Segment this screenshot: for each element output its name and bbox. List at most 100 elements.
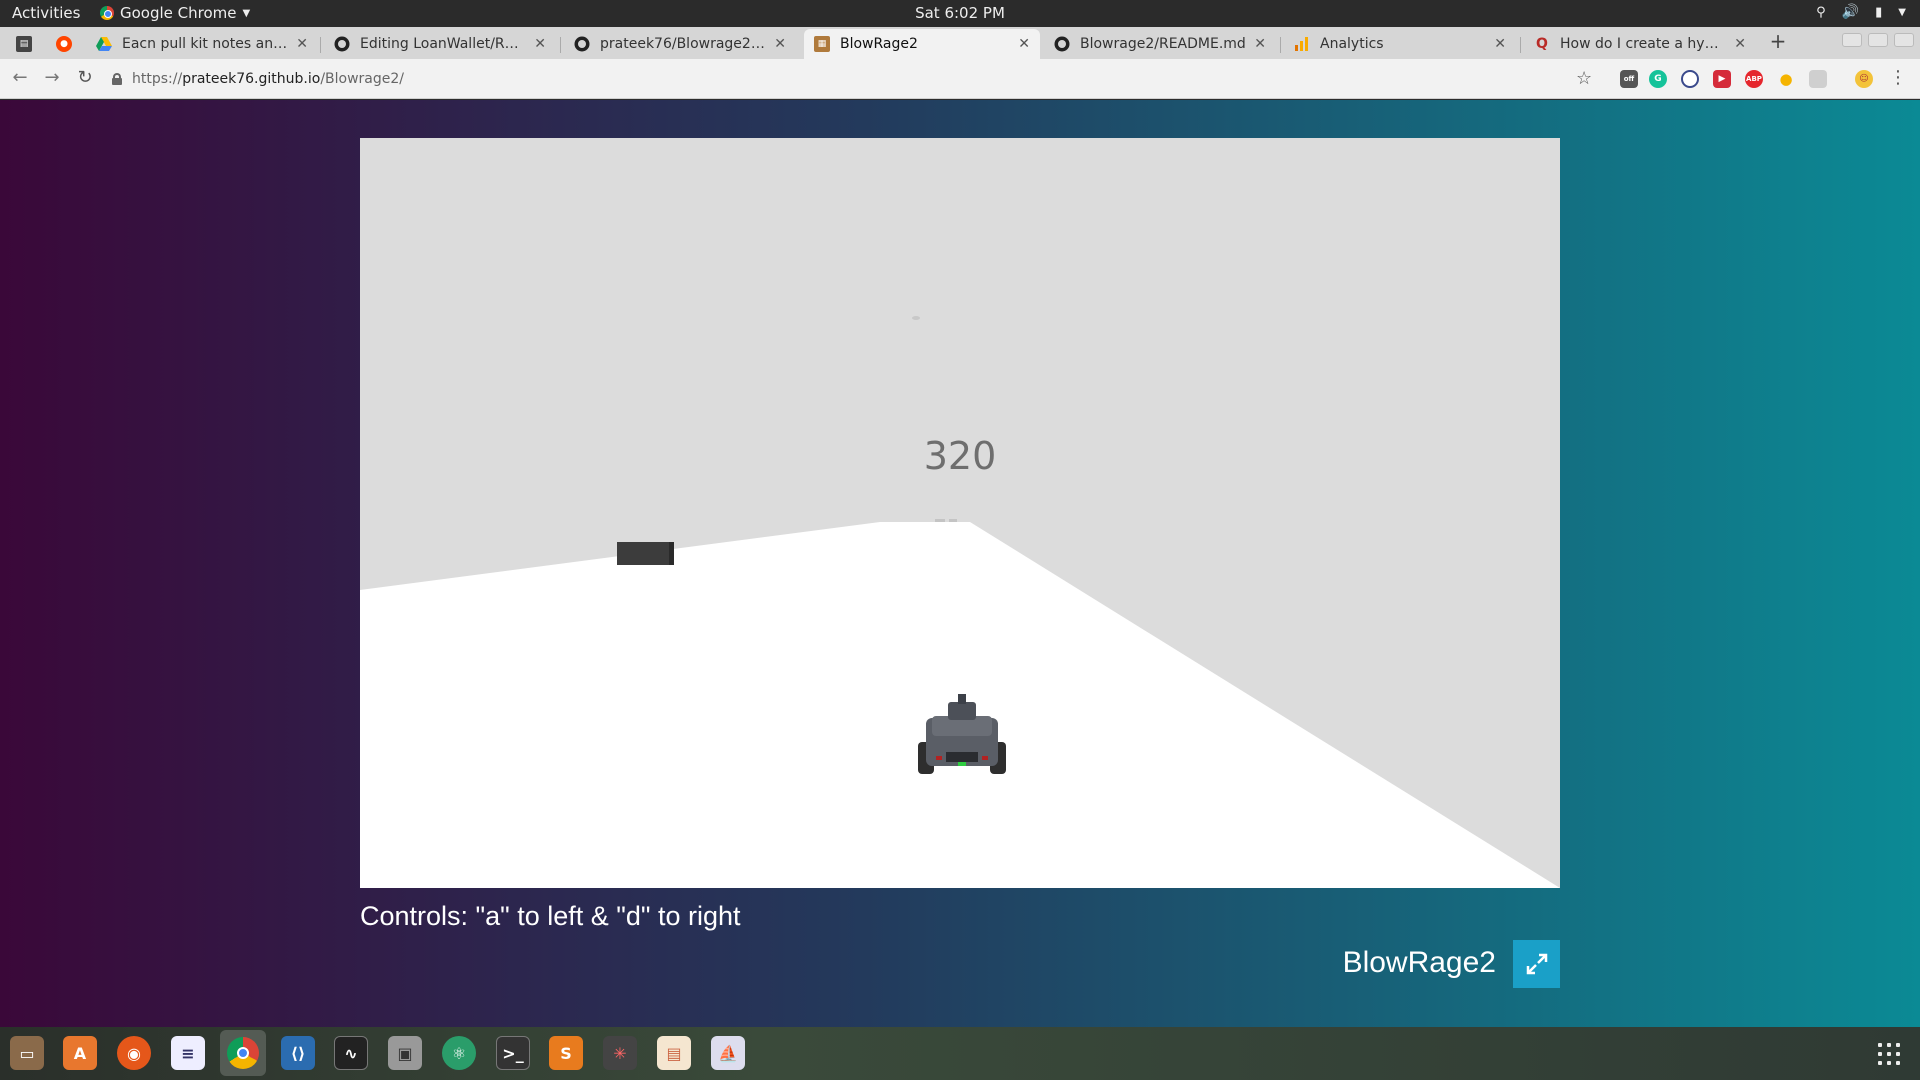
- distant-marker: [949, 519, 957, 522]
- video-extension-icon[interactable]: ▶: [1713, 70, 1731, 88]
- game-scene: [360, 316, 1560, 888]
- sublime-text-icon[interactable]: S: [549, 1036, 583, 1070]
- lightbulb-icon[interactable]: ●: [1777, 70, 1795, 88]
- volume-icon[interactable]: 🔊: [1842, 4, 1859, 20]
- obstacle-block-side: [669, 542, 674, 565]
- tab-separator: [560, 37, 561, 53]
- tab-title: Blowrage2/README.md: [1080, 36, 1246, 52]
- screenshot-icon[interactable]: ▣: [388, 1036, 422, 1070]
- browser-toolbar: ← → ↻ https://prateek76.github.io/Blowra…: [0, 59, 1920, 99]
- adblock-icon[interactable]: ABP: [1745, 70, 1763, 88]
- close-icon[interactable]: ✕: [296, 36, 308, 52]
- github-icon: [574, 36, 590, 52]
- bookmark-star-icon[interactable]: ☆: [1576, 68, 1592, 89]
- system-tray[interactable]: ⚲ 🔊 ▮ ▼: [1816, 4, 1906, 20]
- tab-quora[interactable]: Q How do I create a hyperli ✕: [1524, 29, 1756, 59]
- tab-separator: [1280, 37, 1281, 53]
- vscode-icon[interactable]: ⟨⟩: [281, 1036, 315, 1070]
- page-background: 320 Controls: "a" to left & "d" to right…: [0, 100, 1920, 1027]
- firefox-icon[interactable]: ◉: [117, 1036, 151, 1070]
- close-icon[interactable]: ✕: [534, 36, 546, 52]
- text-editor-icon[interactable]: ≡: [171, 1036, 205, 1070]
- reddit-icon: ●: [56, 36, 72, 52]
- distant-object: [912, 316, 920, 320]
- tab-title: How do I create a hyperli: [1560, 36, 1727, 52]
- terminal-icon[interactable]: >_: [496, 1036, 530, 1070]
- fullscreen-icon: [1526, 953, 1547, 975]
- clock-container: Sat 6:02 PM: [0, 4, 1920, 22]
- controls-instructions: Controls: "a" to left & "d" to right: [360, 901, 741, 931]
- show-applications-icon[interactable]: [1878, 1043, 1900, 1065]
- tab-title: Analytics: [1320, 36, 1384, 52]
- google-drive-icon: [96, 36, 112, 52]
- battery-icon[interactable]: ▮: [1875, 5, 1882, 20]
- github-icon: [1054, 36, 1070, 52]
- tab-google-drive[interactable]: Eacn pull kit notes and so ✕: [86, 29, 318, 59]
- tab-separator: [1520, 37, 1521, 53]
- package-icon: ▦: [814, 36, 830, 52]
- game-title: BlowRage2: [1342, 946, 1496, 979]
- menu-icon[interactable]: ⋮: [1886, 67, 1910, 88]
- grammarly-icon[interactable]: G: [1649, 70, 1667, 88]
- app-icon[interactable]: ⛵: [711, 1036, 745, 1070]
- obstacle-block: [617, 542, 674, 565]
- extension-off-icon[interactable]: off: [1620, 70, 1638, 88]
- activities-button[interactable]: Activities: [12, 4, 80, 22]
- tab-github-readme[interactable]: Blowrage2/README.md ✕: [1044, 29, 1276, 59]
- analytics-icon: [1294, 36, 1310, 52]
- back-button[interactable]: ←: [8, 67, 32, 88]
- maximize-button[interactable]: [1868, 33, 1888, 47]
- dock: ▭ A ◉ ≡ ⟨⟩ ∿ ▣ ⚛ >_ S ✳ ▤ ⛵: [0, 1027, 1920, 1080]
- tab-blowrage2[interactable]: ▦ BlowRage2 ✕: [804, 29, 1040, 59]
- close-icon[interactable]: ✕: [1254, 36, 1266, 52]
- tab-analytics[interactable]: Analytics ✕: [1284, 29, 1516, 59]
- distant-marker: [935, 519, 945, 522]
- close-icon[interactable]: ✕: [1734, 36, 1746, 52]
- tab-strip: ▤ ● Eacn pull kit notes and so ✕ Editing…: [0, 27, 1920, 59]
- score-display: 320: [923, 434, 997, 478]
- chrome-icon[interactable]: [220, 1030, 266, 1076]
- fullscreen-button[interactable]: [1513, 940, 1560, 988]
- tab-github-repo[interactable]: prateek76/Blowrage2: A ✕: [564, 29, 796, 59]
- system-monitor-icon[interactable]: ∿: [334, 1036, 368, 1070]
- game-canvas[interactable]: 320: [360, 138, 1560, 888]
- tab-title: BlowRage2: [840, 36, 918, 52]
- app-menu[interactable]: Google Chrome ▼: [100, 4, 250, 22]
- tab-pinned-reddit[interactable]: ●: [50, 29, 86, 59]
- extension-icon[interactable]: [1809, 70, 1827, 88]
- tab-title: Editing LoanWallet/READ: [360, 36, 527, 52]
- window-close-button[interactable]: [1894, 33, 1914, 47]
- chevron-down-icon: ▼: [242, 7, 251, 19]
- tab-title: Eacn pull kit notes and so: [122, 36, 289, 52]
- chrome-icon: [100, 6, 114, 20]
- forward-button[interactable]: →: [40, 67, 64, 88]
- impress-icon[interactable]: ▤: [657, 1036, 691, 1070]
- url-path: /Blowrage2/: [320, 71, 404, 87]
- files-icon[interactable]: ▭: [10, 1036, 44, 1070]
- new-tab-button[interactable]: +: [1766, 29, 1790, 57]
- network-icon[interactable]: ✳: [603, 1036, 637, 1070]
- minimize-button[interactable]: [1842, 33, 1862, 47]
- close-icon[interactable]: ✕: [1494, 36, 1506, 52]
- app-icon: ▤: [16, 36, 32, 52]
- profile-avatar[interactable]: ☺: [1855, 70, 1873, 88]
- network-icon[interactable]: ⚲: [1816, 5, 1826, 20]
- chevron-down-icon[interactable]: ▼: [1898, 7, 1906, 18]
- lock-icon[interactable]: [112, 73, 122, 85]
- clock[interactable]: Sat 6:02 PM: [915, 4, 1005, 22]
- tab-github-editing[interactable]: Editing LoanWallet/READ ✕: [324, 29, 556, 59]
- block-icon[interactable]: [1681, 70, 1699, 88]
- url-host: prateek76.github.io: [182, 71, 321, 87]
- address-bar[interactable]: https://prateek76.github.io/Blowrage2/: [112, 67, 1592, 91]
- quora-icon: Q: [1536, 36, 1548, 52]
- close-icon[interactable]: ✕: [774, 36, 786, 52]
- system-top-bar: Activities Google Chrome ▼ Sat 6:02 PM ⚲…: [0, 0, 1920, 27]
- software-center-icon[interactable]: A: [63, 1036, 97, 1070]
- app-menu-label: Google Chrome: [120, 4, 237, 22]
- reload-button[interactable]: ↻: [73, 67, 97, 88]
- tab-separator: [320, 37, 321, 53]
- url-scheme: https://: [132, 71, 183, 87]
- close-icon[interactable]: ✕: [1018, 36, 1030, 52]
- tab-pinned-app[interactable]: ▤: [10, 29, 46, 59]
- atom-icon[interactable]: ⚛: [442, 1036, 476, 1070]
